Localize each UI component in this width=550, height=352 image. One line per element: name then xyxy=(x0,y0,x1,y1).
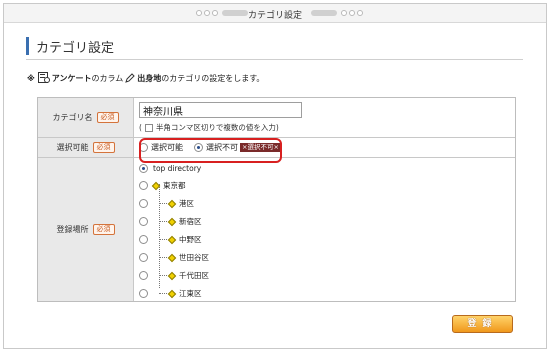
pencil-icon xyxy=(125,72,135,85)
window-title: カテゴリ設定 xyxy=(247,11,302,21)
note-mark: ※ xyxy=(27,74,35,83)
tree-item-label: 江東区 xyxy=(179,289,202,298)
folder-diamond-icon xyxy=(151,181,161,190)
multi-value-label: 半角コンマ区切りで複数の値を入力) xyxy=(155,123,279,132)
tree-item-label: 千代田区 xyxy=(179,271,209,280)
radio-shinjuku[interactable] xyxy=(139,217,148,226)
category-name-row: カテゴリ名 必須 ( 半角コンマ区切りで複数の値を入力) xyxy=(38,98,515,138)
tree-item-label: 港区 xyxy=(179,199,194,208)
title-bar: カテゴリ設定 xyxy=(4,4,546,23)
tree-item-label: 東京都 xyxy=(163,181,186,190)
tree-item-label: 中野区 xyxy=(179,235,202,244)
tree-item-setagaya[interactable]: 世田谷区 xyxy=(139,252,209,263)
description-text: のカテゴリの設定をします。 xyxy=(161,74,265,83)
tree-item-label: 世田谷区 xyxy=(179,253,209,262)
category-name-input[interactable] xyxy=(139,102,302,118)
multi-value-option: ( 半角コンマ区切りで複数の値を入力) xyxy=(139,122,279,133)
location-label-cell: 登録場所 必須 xyxy=(38,158,134,301)
column-text: のカラム xyxy=(91,74,124,83)
radio-nakano[interactable] xyxy=(139,235,148,244)
tree-item-label: 新宿区 xyxy=(179,217,202,226)
tree-item-label: top directory xyxy=(153,164,202,173)
register-button[interactable]: 登録 xyxy=(452,315,513,333)
location-tree: top directory 東京都 港区 新宿区 中野区 世田谷区 千代田区 江… xyxy=(134,158,515,301)
tree-item-shinjuku[interactable]: 新宿区 xyxy=(139,216,202,227)
tree-item-tokyo[interactable]: 東京都 xyxy=(139,180,186,191)
folder-diamond-icon xyxy=(167,253,177,262)
folder-diamond-icon xyxy=(167,271,177,280)
tree-item-koto[interactable]: 江東区 xyxy=(139,288,202,299)
heading-accent xyxy=(26,37,29,55)
radio-chiyoda[interactable] xyxy=(139,271,148,280)
required-badge: 必須 xyxy=(92,224,115,235)
required-badge: 必須 xyxy=(92,142,115,153)
radio-top-directory[interactable] xyxy=(139,164,148,173)
highlight-annotation xyxy=(139,138,282,163)
tree-item-top-directory[interactable]: top directory xyxy=(139,164,201,173)
tree-item-nakano[interactable]: 中野区 xyxy=(139,234,202,245)
radio-minato[interactable] xyxy=(139,199,148,208)
category-form: カテゴリ名 必須 ( 半角コンマ区切りで複数の値を入力) 選択可能 必須 選択可… xyxy=(37,97,516,302)
category-name-label-cell: カテゴリ名 必須 xyxy=(38,98,134,137)
folder-diamond-icon xyxy=(167,199,177,208)
tree-item-minato[interactable]: 港区 xyxy=(139,198,194,209)
heading-divider xyxy=(26,59,523,60)
radio-tokyo[interactable] xyxy=(139,181,148,190)
survey-icon xyxy=(37,72,50,85)
paren-open: ( xyxy=(139,123,142,132)
selectable-label: 選択可能 xyxy=(56,143,89,152)
folder-diamond-icon xyxy=(167,235,177,244)
radio-koto[interactable] xyxy=(139,289,148,298)
title-decoration-right xyxy=(311,9,363,17)
page-heading: カテゴリ設定 xyxy=(26,35,114,57)
required-badge: 必須 xyxy=(96,112,119,123)
category-name-cell: ( 半角コンマ区切りで複数の値を入力) xyxy=(134,98,515,137)
location-row: 登録場所 必須 top directory 東京都 港区 新宿区 中野区 世田谷… xyxy=(38,158,515,301)
category-name-label: カテゴリ名 xyxy=(52,113,93,122)
folder-diamond-icon xyxy=(167,217,177,226)
location-label: 登録場所 xyxy=(56,225,89,234)
selectable-label-cell: 選択可能 必須 xyxy=(38,138,134,157)
radio-setagaya[interactable] xyxy=(139,253,148,262)
folder-diamond-icon xyxy=(167,289,177,298)
tree-item-chiyoda[interactable]: 千代田区 xyxy=(139,270,209,281)
description-line: ※ アンケート のカラム 出身地 のカテゴリの設定をします。 xyxy=(27,72,264,85)
survey-name: アンケート xyxy=(51,74,92,83)
multi-value-checkbox[interactable] xyxy=(144,123,153,132)
column-name: 出身地 xyxy=(137,74,162,83)
page-title: カテゴリ設定 xyxy=(36,40,115,56)
